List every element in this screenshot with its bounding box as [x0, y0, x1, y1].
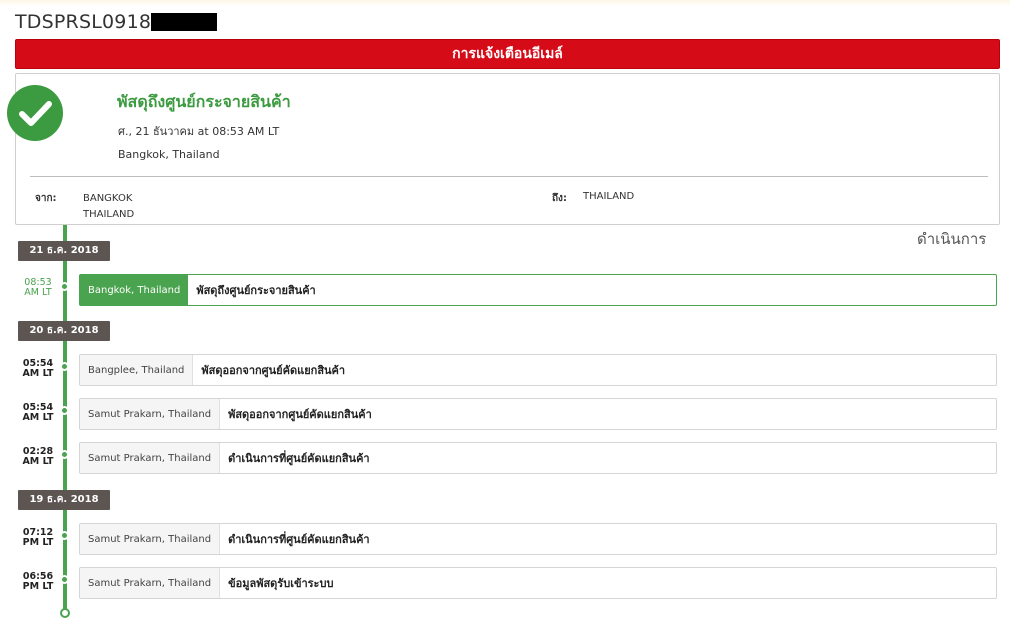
date-badge: 19 ธ.ค. 2018	[18, 490, 110, 510]
event-description: พัสดุออกจากศูนย์คัดแยกสินค้า	[201, 364, 346, 377]
event-time-ampm: PM LT	[22, 581, 54, 592]
from-country: THAILAND	[83, 209, 135, 220]
from-label: จาก:	[35, 193, 57, 204]
event-time-ampm: AM LT	[22, 368, 54, 379]
event-time: 07:12 PM LT	[18, 528, 58, 548]
email-notification-button[interactable]: การแจ้งเตือนอีเมล์	[15, 39, 1000, 69]
event-location: Bangkok, Thailand	[80, 275, 189, 305]
date-badge: 21 ธ.ค. 2018	[18, 241, 110, 261]
event-location: Bangplee, Thailand	[80, 355, 194, 385]
timeline-dot	[60, 362, 69, 371]
summary-divider	[30, 176, 988, 177]
from-city: BANGKOK	[83, 193, 133, 204]
timeline-dot	[60, 450, 69, 459]
from-value: BANGKOK THAILAND	[83, 191, 134, 223]
event-location: Samut Prakarn, Thailand	[80, 443, 221, 473]
event-row: Samut Prakarn, Thailand ข้อมูลพัสดุรับเข…	[79, 567, 997, 599]
event-description: พัสดุออกจากศูนย์คัดแยกสินค้า	[228, 408, 372, 421]
progress-title: ดำเนินการ	[917, 230, 987, 248]
event-row: Samut Prakarn, Thailand ดำเนินการที่ศูนย…	[79, 442, 997, 474]
event-location: Samut Prakarn, Thailand	[80, 399, 221, 429]
status-title: พัสดุถึงศูนย์กระจายสินค้า	[117, 92, 291, 111]
tracking-number-text: TDSPRSL0918	[15, 11, 152, 33]
event-description: พัสดุถึงศูนย์กระจายสินค้า	[196, 284, 316, 297]
event-row: Bangkok, Thailand พัสดุถึงศูนย์กระจายสิน…	[79, 274, 997, 306]
tracking-number: TDSPRSL0918	[15, 11, 218, 33]
event-time: 05:54 AM LT	[18, 403, 58, 423]
event-time: 02:28 AM LT	[18, 447, 58, 467]
event-row: Bangplee, Thailand พัสดุออกจากศูนย์คัดแย…	[79, 354, 997, 386]
timeline-dot	[60, 282, 69, 291]
redacted-block	[151, 13, 218, 31]
check-circle-icon	[7, 85, 63, 141]
event-time: 05:54 AM LT	[18, 359, 58, 379]
timeline-dot	[60, 406, 69, 415]
event-time: 06:56 PM LT	[18, 572, 58, 592]
event-location: Samut Prakarn, Thailand	[80, 568, 221, 598]
event-description: ดำเนินการที่ศูนย์คัดแยกสินค้า	[228, 533, 370, 546]
status-date: ศ., 21 ธันวาคม at 08:53 AM LT	[118, 125, 280, 138]
event-description: ข้อมูลพัสดุรับเข้าระบบ	[228, 577, 334, 590]
event-description: ดำเนินการที่ศูนย์คัดแยกสินค้า	[228, 452, 370, 465]
to-label: ถึง:	[552, 193, 567, 204]
top-gradient	[0, 0, 1010, 6]
event-time-ampm: AM LT	[24, 287, 52, 298]
status-location: Bangkok, Thailand	[118, 148, 220, 161]
timeline-dot	[60, 531, 69, 540]
timeline-dot	[60, 575, 69, 584]
to-value: THAILAND	[583, 191, 635, 202]
event-location: Samut Prakarn, Thailand	[80, 524, 221, 554]
event-row: Samut Prakarn, Thailand ดำเนินการที่ศูนย…	[79, 523, 997, 555]
date-badge: 20 ธ.ค. 2018	[18, 321, 110, 341]
timeline-end-marker	[60, 608, 70, 618]
event-time-ampm: PM LT	[22, 537, 54, 548]
event-time: 08:53 AM LT	[18, 278, 58, 298]
event-row: Samut Prakarn, Thailand พัสดุออกจากศูนย์…	[79, 398, 997, 430]
event-time-ampm: AM LT	[22, 412, 54, 423]
event-time-ampm: AM LT	[22, 456, 54, 467]
